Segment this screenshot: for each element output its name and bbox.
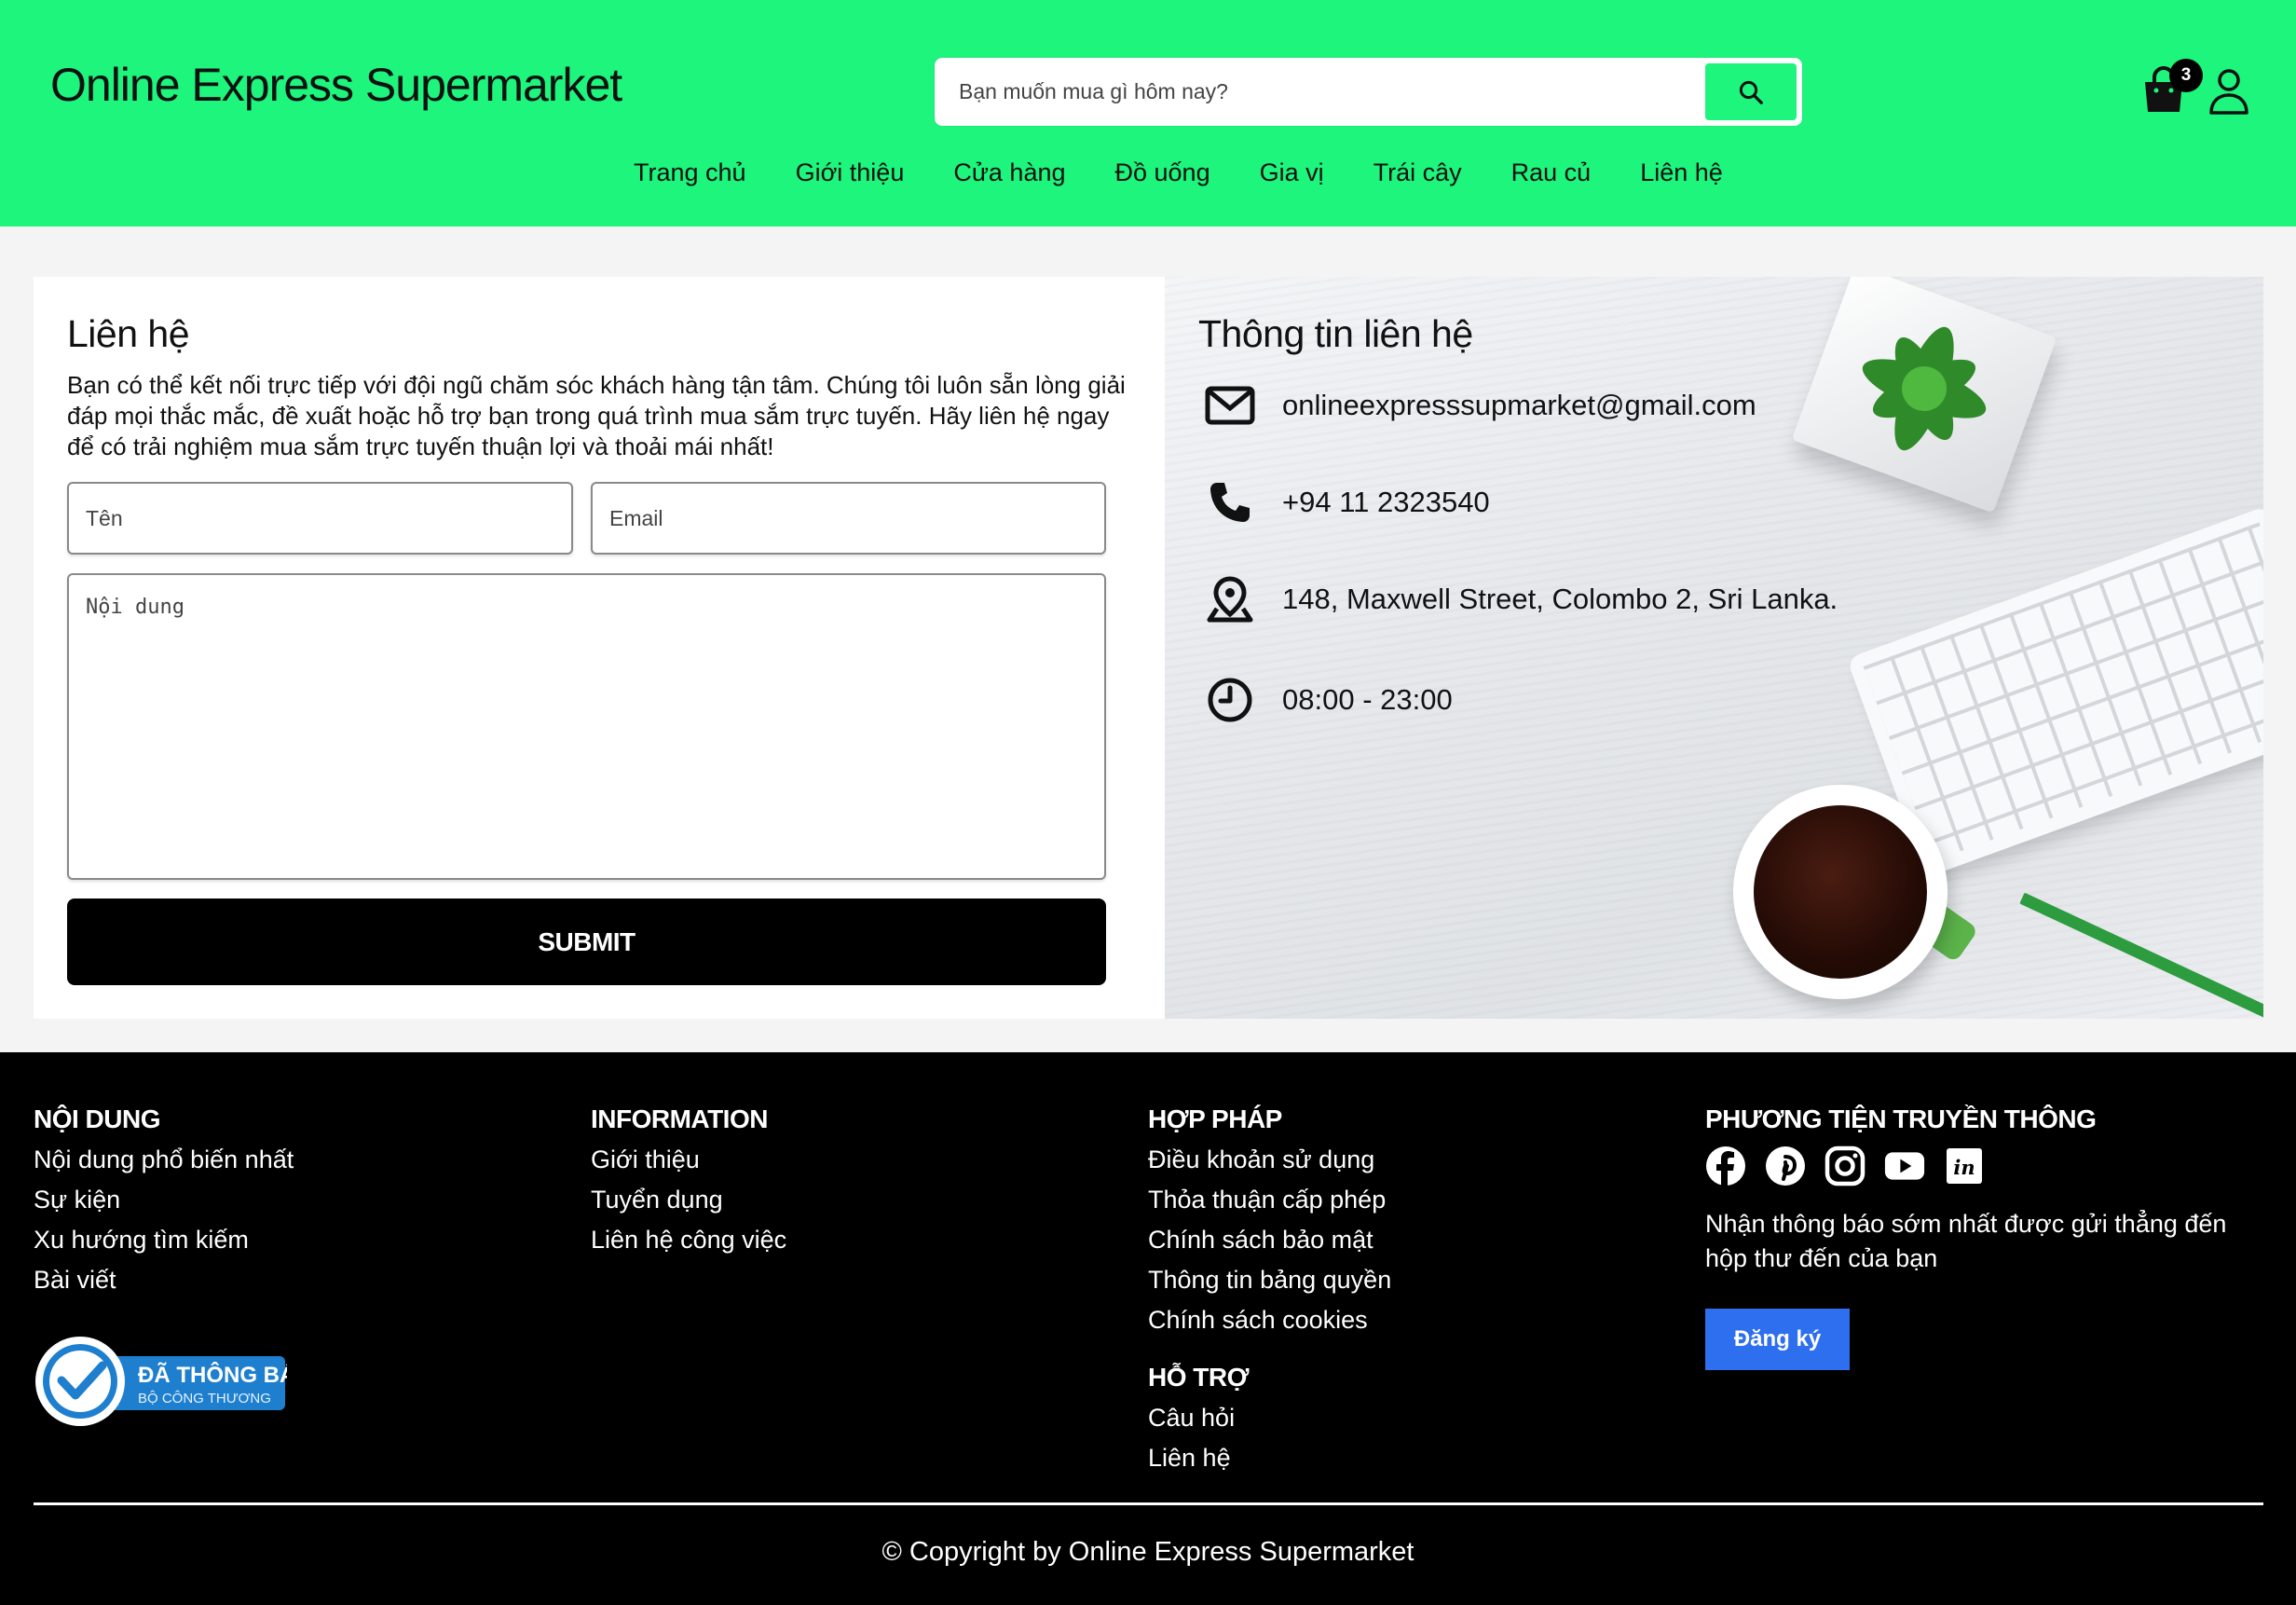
newsletter-text: Nhận thông báo sớm nhất được gửi thẳng đ… (1705, 1210, 2227, 1272)
nav-fruits[interactable]: Trái cây (1374, 158, 1462, 187)
info-hours: 08:00 - 23:00 (1282, 683, 1453, 716)
subscribe-button[interactable]: Đăng ký (1705, 1309, 1850, 1370)
contact-info-panel: Thông tin liên hệ onlineexpresssupmarket… (1165, 277, 2263, 1019)
footer-heading: INFORMATION (591, 1104, 768, 1133)
envelope-icon (1204, 379, 1256, 432)
footer-link[interactable]: Thông tin bảng quyền (1148, 1260, 1391, 1300)
footer-link[interactable]: Chính sách cookies (1148, 1300, 1391, 1340)
footer-col-content: NỘI DUNG Nội dung phổ biến nhất Sự kiện … (34, 1104, 294, 1300)
main-nav: Trang chủ Giới thiệu Cửa hàng Đồ uống Gi… (634, 158, 1772, 187)
footer-col-social: PHƯƠNG TIỆN TRUYỀN THÔNG in Nhận thông b… (1705, 1104, 2264, 1370)
footer-heading-support: HỖ TRỢ (1148, 1363, 1250, 1392)
nav-contact[interactable]: Liên hệ (1640, 158, 1723, 187)
footer-link[interactable]: Sự kiện (34, 1180, 294, 1220)
info-phone[interactable]: +94 11 2323540 (1282, 486, 1490, 519)
cart-count-badge: 3 (2169, 59, 2203, 92)
pinterest-icon[interactable] (1765, 1145, 1806, 1187)
search-button[interactable] (1705, 63, 1797, 120)
footer-link[interactable]: Thỏa thuận cấp phép (1148, 1180, 1391, 1220)
footer-link[interactable]: Bài viết (34, 1260, 294, 1300)
footer-link[interactable]: Điều khoản sử dụng (1148, 1140, 1391, 1180)
search-icon (1739, 80, 1763, 104)
footer-heading: NỘI DUNG (34, 1104, 161, 1133)
search-bar (935, 58, 1802, 126)
info-email[interactable]: onlineexpresssupmarket@gmail.com (1282, 389, 1756, 422)
search-input[interactable] (959, 62, 1686, 122)
footer-link[interactable]: Giới thiệu (591, 1140, 786, 1180)
info-phone-row: +94 11 2323540 (1204, 476, 1490, 528)
nav-home[interactable]: Trang chủ (634, 158, 746, 187)
info-address: 148, Maxwell Street, Colombo 2, Sri Lank… (1282, 583, 1838, 615)
badge-line2: BỘ CÔNG THƯƠNG (138, 1391, 271, 1406)
instagram-icon[interactable] (1824, 1145, 1866, 1187)
info-title: Thông tin liên hệ (1198, 312, 1473, 355)
svg-text:in: in (1953, 1156, 1975, 1179)
badge-line1: ĐÃ THÔNG BÁO (138, 1362, 287, 1388)
name-field[interactable] (67, 482, 573, 555)
youtube-icon[interactable] (1884, 1145, 1925, 1187)
footer-divider (34, 1502, 2263, 1505)
coffee-cup-decoration (1733, 785, 1948, 999)
nav-shop[interactable]: Cửa hàng (953, 158, 1065, 187)
site-header: Online Express Supermarket 3 Trang chủ G… (0, 0, 2296, 226)
footer-link[interactable]: Tuyển dụng (591, 1180, 786, 1220)
social-icons: in (1705, 1145, 2264, 1187)
user-icon[interactable] (2208, 68, 2249, 115)
facebook-icon[interactable] (1705, 1145, 1746, 1187)
registered-badge-logo[interactable]: ĐÃ THÔNG BÁO BỘ CÔNG THƯƠNG (34, 1334, 287, 1429)
footer-link[interactable]: Liên hệ (1148, 1438, 1391, 1478)
nav-spices[interactable]: Gia vị (1260, 158, 1324, 187)
footer-link[interactable]: Câu hỏi (1148, 1398, 1391, 1438)
site-footer: NỘI DUNG Nội dung phổ biến nhất Sự kiện … (0, 1052, 2296, 1605)
submit-button[interactable]: SUBMIT (67, 899, 1106, 985)
copyright-icon: © (882, 1537, 902, 1567)
info-address-row: 148, Maxwell Street, Colombo 2, Sri Lank… (1204, 573, 1838, 625)
email-field[interactable] (591, 482, 1106, 555)
brand-logo[interactable]: Online Express Supermarket (50, 58, 622, 112)
footer-link[interactable]: Nội dung phổ biến nhất (34, 1140, 294, 1180)
nav-about[interactable]: Giới thiệu (796, 158, 905, 187)
footer-col-information: INFORMATION Giới thiệu Tuyển dụng Liên h… (591, 1104, 786, 1260)
clock-icon (1204, 674, 1256, 726)
linkedin-icon[interactable]: in (1944, 1145, 1985, 1187)
footer-link[interactable]: Xu hướng tìm kiếm (34, 1220, 294, 1260)
footer-heading: PHƯƠNG TIỆN TRUYỀN THÔNG (1705, 1104, 2097, 1133)
message-field[interactable] (67, 573, 1106, 880)
nav-drinks[interactable]: Đồ uống (1115, 158, 1210, 187)
info-email-row: onlineexpresssupmarket@gmail.com (1204, 379, 1756, 432)
footer-link[interactable]: Chính sách bảo mật (1148, 1220, 1391, 1260)
footer-link[interactable]: Liên hệ công việc (591, 1220, 786, 1260)
copyright: © Copyright by Online Express Supermarke… (0, 1537, 2296, 1568)
footer-col-legal: HỢP PHÁP Điều khoản sử dụng Thỏa thuận c… (1148, 1104, 1391, 1478)
contact-title: Liên hệ (67, 312, 190, 355)
contact-description: Bạn có thể kết nối trực tiếp với đội ngũ… (67, 371, 1126, 460)
nav-vegetables[interactable]: Rau củ (1511, 158, 1592, 187)
info-hours-row: 08:00 - 23:00 (1204, 674, 1453, 726)
footer-heading: HỢP PHÁP (1148, 1104, 1282, 1133)
copyright-text: Copyright by Online Express Supermarket (909, 1537, 1414, 1567)
phone-icon (1204, 476, 1256, 528)
contact-form-panel: Liên hệ Bạn có thể kết nối trực tiếp với… (34, 277, 1165, 1019)
location-pin-icon (1204, 573, 1256, 625)
